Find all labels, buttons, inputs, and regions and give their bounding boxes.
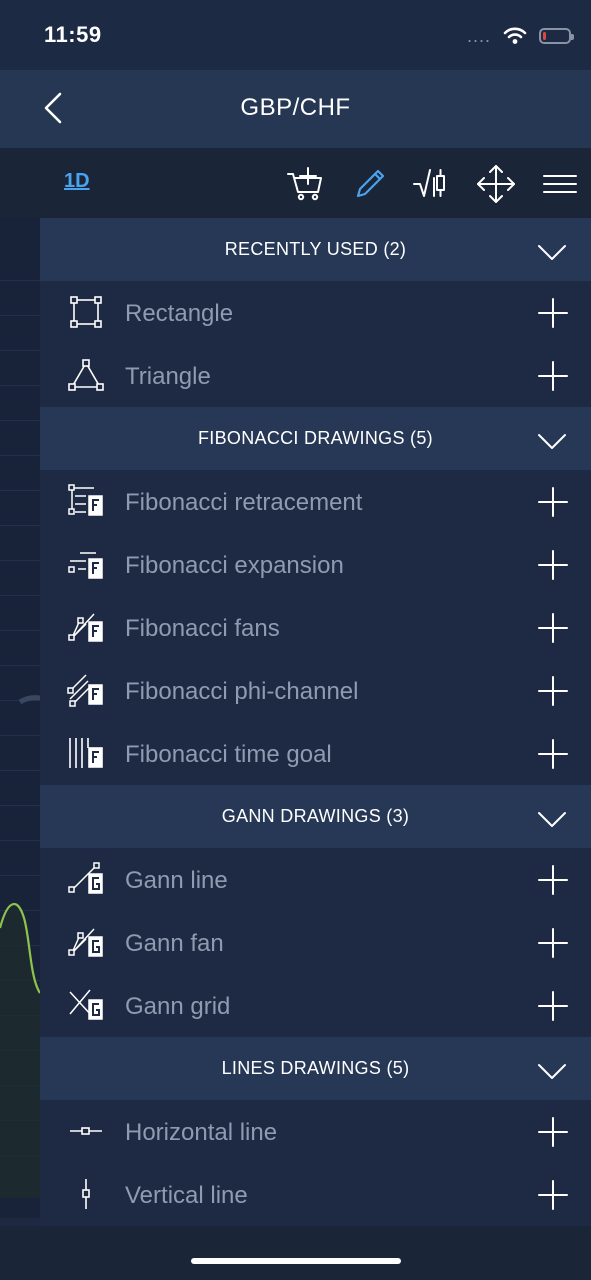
chevron-down-icon[interactable] — [537, 803, 567, 833]
item-label: Triangle — [125, 363, 211, 390]
add-icon[interactable] — [537, 549, 569, 581]
fibonacci-retracement-icon — [68, 484, 103, 516]
home-area — [0, 1226, 591, 1280]
rectangle-icon — [70, 296, 102, 328]
list-item-gann-grid[interactable]: Gann grid — [40, 974, 591, 1037]
fibonacci-fans-icon — [68, 613, 103, 642]
add-icon[interactable] — [537, 864, 569, 896]
cart-add-icon[interactable] — [286, 164, 326, 204]
list-item-fibonacci-time-goal[interactable]: Fibonacci time goal — [40, 722, 591, 785]
battery-icon — [539, 28, 574, 44]
add-icon[interactable] — [537, 675, 569, 707]
list-item-fibonacci-retracement[interactable]: Fibonacci retracement — [40, 470, 591, 533]
list-item-fibonacci-phi-channel[interactable]: Fibonacci phi-channel — [40, 659, 591, 722]
chart-background — [0, 218, 40, 1218]
gann-grid-icon — [69, 989, 103, 1020]
item-label: Fibonacci time goal — [125, 741, 332, 768]
section-title: RECENTLY USED (2) — [224, 239, 407, 259]
status-indicators: .... — [466, 24, 574, 48]
list-item-horizontal-line[interactable]: Horizontal line — [40, 1100, 591, 1163]
list-item-fibonacci-fans[interactable]: Fibonacci fans — [40, 596, 591, 659]
indicator-chart-icon[interactable] — [412, 164, 452, 204]
status-time: 11:59 — [44, 22, 102, 47]
move-arrows-icon[interactable] — [476, 164, 516, 204]
period-selector[interactable]: 1D — [64, 170, 90, 193]
item-label: Gann fan — [125, 930, 224, 957]
fibonacci-time-goal-icon — [69, 738, 103, 768]
add-icon[interactable] — [537, 612, 569, 644]
horizontal-line-icon — [70, 1127, 102, 1135]
chevron-down-icon[interactable] — [537, 236, 567, 266]
wifi-icon — [503, 27, 527, 44]
list-item-gann-line[interactable]: Gann line — [40, 848, 591, 911]
item-label: Vertical line — [125, 1182, 248, 1209]
add-icon[interactable] — [537, 486, 569, 518]
item-label: Fibonacci retracement — [125, 489, 363, 516]
add-icon[interactable] — [537, 360, 569, 392]
add-icon[interactable] — [537, 1179, 569, 1211]
add-icon[interactable] — [537, 990, 569, 1022]
chevron-down-icon[interactable] — [537, 1055, 567, 1085]
chevron-down-icon[interactable] — [537, 425, 567, 455]
list-item-gann-fan[interactable]: Gann fan — [40, 911, 591, 974]
item-label: Fibonacci expansion — [125, 552, 344, 579]
vertical-line-icon — [82, 1179, 90, 1209]
item-label: Fibonacci fans — [125, 615, 280, 642]
add-icon[interactable] — [537, 1116, 569, 1148]
price-line — [0, 695, 40, 1198]
gann-line-icon — [68, 862, 103, 894]
add-icon[interactable] — [537, 927, 569, 959]
section-gann-drawings[interactable]: GANN DRAWINGS (3) — [40, 785, 591, 848]
section-lines-drawings[interactable]: LINES DRAWINGS (5) — [40, 1037, 591, 1100]
item-label: Gann line — [125, 867, 228, 894]
battery-fill — [543, 32, 546, 40]
item-label: Gann grid — [125, 993, 231, 1020]
list-item-vertical-line[interactable]: Vertical line — [40, 1163, 591, 1226]
list-item-triangle[interactable]: Triangle — [40, 344, 591, 407]
status-bar: 11:59 .... — [0, 0, 591, 70]
home-indicator[interactable] — [191, 1258, 401, 1264]
pencil-icon[interactable] — [350, 164, 390, 204]
chart-toolbar: 1D — [0, 148, 591, 218]
fibonacci-expansion-icon — [68, 552, 103, 579]
add-icon[interactable] — [537, 738, 569, 770]
section-title: FIBONACCI DRAWINGS (5) — [198, 428, 433, 448]
nav-bar: GBP/CHF — [0, 70, 591, 148]
item-label: Horizontal line — [125, 1119, 278, 1146]
section-fibonacci-drawings[interactable]: FIBONACCI DRAWINGS (5) — [40, 407, 591, 470]
section-title: GANN DRAWINGS (3) — [221, 806, 410, 826]
drawing-tools-panel: RECENTLY USED (2) Rectangle Triangle FIB… — [40, 218, 591, 1226]
gann-fan-icon — [68, 928, 103, 957]
triangle-icon — [68, 359, 104, 391]
add-icon[interactable] — [537, 297, 569, 329]
section-title: LINES DRAWINGS (5) — [221, 1058, 410, 1078]
item-label: Fibonacci phi-channel — [125, 678, 359, 705]
menu-icon[interactable] — [540, 164, 580, 204]
item-label: Rectangle — [125, 300, 234, 327]
fibonacci-phi-channel-icon — [67, 674, 103, 707]
list-item-rectangle[interactable]: Rectangle — [40, 281, 591, 344]
section-recently-used[interactable]: RECENTLY USED (2) — [40, 218, 591, 281]
page-title: GBP/CHF — [240, 94, 351, 121]
signal-dots-icon: .... — [466, 25, 491, 46]
list-item-fibonacci-expansion[interactable]: Fibonacci expansion — [40, 533, 591, 596]
